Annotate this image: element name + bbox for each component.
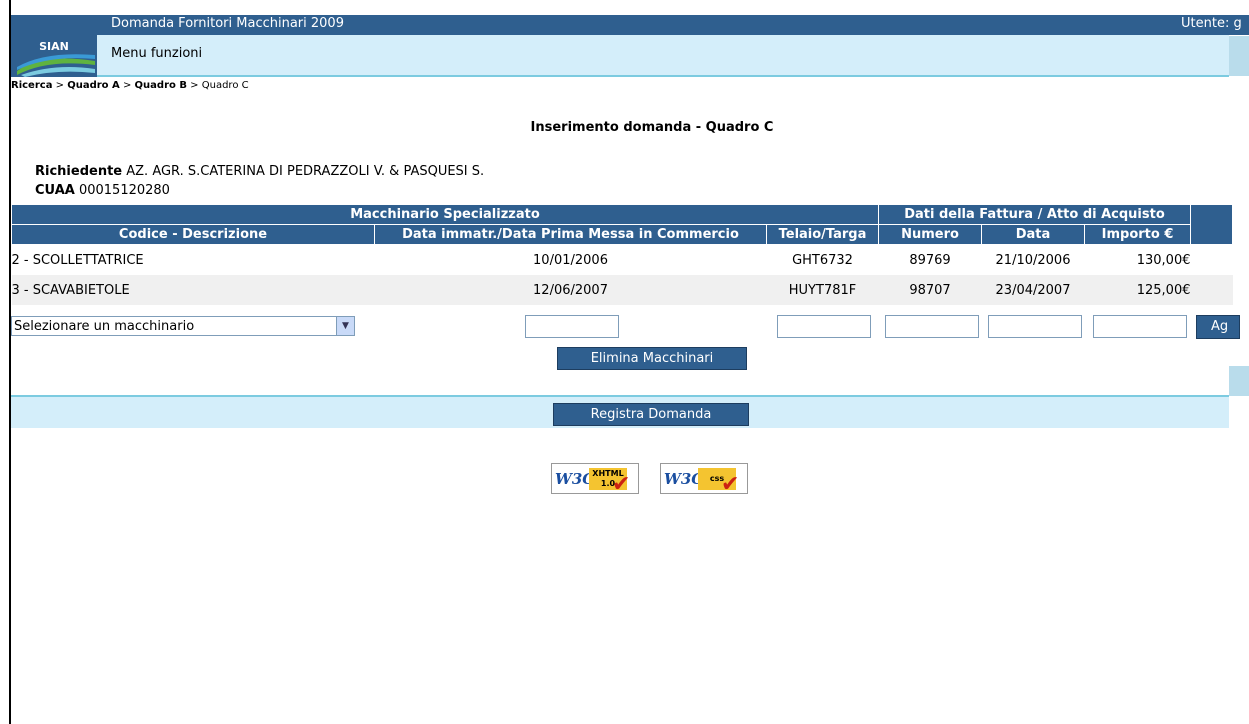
cell-description: 2 - SCOLLETTATRICE — [11, 244, 375, 275]
applicant-info: Richiedente AZ. AGR. S.CATERINA DI PEDRA… — [35, 164, 484, 179]
breadcrumb-ricerca[interactable]: Ricerca — [11, 80, 52, 91]
cuaa-info: CUAA 00015120280 — [35, 183, 170, 198]
column-header: Data — [981, 224, 1085, 245]
header-divider — [11, 75, 1229, 77]
user-label: Utente: g — [1181, 16, 1242, 31]
breadcrumb-quadro-a[interactable]: Quadro A — [67, 80, 120, 91]
check-icon: ✔ — [612, 472, 631, 497]
delete-machines-button[interactable]: Elimina Macchinari — [557, 347, 747, 370]
header-side-strip — [1229, 36, 1249, 76]
header-empty — [1190, 204, 1233, 245]
cell-empty — [1190, 244, 1233, 275]
breadcrumb-separator: > — [55, 80, 65, 91]
cuaa-value: 00015120280 — [78, 183, 170, 198]
sian-logo-text: SIAN — [39, 40, 69, 53]
column-header: Codice - Descrizione — [11, 224, 375, 245]
cell-invoice-date: 23/04/2007 — [981, 275, 1085, 305]
column-header: Data immatr./Data Prima Messa in Commerc… — [374, 224, 767, 245]
breadcrumb: Ricerca > Quadro A > Quadro B > Quadro C — [11, 80, 249, 91]
w3c-css-badge[interactable]: W3C css ✔ — [660, 463, 748, 497]
invoice-number-input[interactable] — [885, 315, 979, 338]
breadcrumb-quadro-b[interactable]: Quadro B — [135, 80, 187, 91]
cell-registration-date: 12/06/2007 — [374, 275, 767, 305]
invoice-date-input[interactable] — [988, 315, 1082, 338]
chassis-input[interactable] — [777, 315, 871, 338]
cell-chassis: HUYT781F — [766, 275, 879, 305]
applicant-value: AZ. AGR. S.CATERINA DI PEDRAZZOLI V. & P… — [126, 164, 485, 179]
applicant-label: Richiedente — [35, 164, 123, 179]
breadcrumb-separator: > — [190, 80, 199, 91]
cell-amount: 130,00€ — [1084, 244, 1191, 275]
machine-select-value: Selezionare un macchinario — [14, 319, 195, 334]
table-group-header-row: Macchinario Specializzato Dati della Fat… — [11, 204, 1233, 245]
machine-select[interactable]: Selezionare un macchinario ▼ — [11, 316, 355, 336]
cell-chassis: GHT6732 — [766, 244, 879, 275]
page: SIAN Domanda Fornitori Macchinari 2009 U… — [0, 0, 1249, 724]
register-application-button[interactable]: Registra Domanda — [553, 403, 749, 426]
breadcrumb-separator: > — [122, 80, 132, 91]
w3c-xhtml-badge[interactable]: W3C XHTML 1.0 ✔ — [551, 463, 639, 497]
table-row: 3 - SCAVABIETOLE 12/06/2007 HUYT781F 987… — [11, 275, 1233, 305]
column-header: Importo € — [1084, 224, 1191, 245]
cell-invoice-number: 89769 — [878, 244, 982, 275]
menu-link[interactable]: Menu funzioni — [111, 46, 202, 61]
cell-invoice-number: 98707 — [878, 275, 982, 305]
side-strip — [1229, 366, 1249, 396]
page-title-text: Inserimento domanda - Quadro C — [530, 120, 774, 135]
table-row: 2 - SCOLLETTATRICE 10/01/2006 GHT6732 89… — [11, 244, 1233, 275]
column-header: Telaio/Targa — [766, 224, 879, 245]
left-border — [9, 0, 11, 724]
cuaa-label: CUAA — [35, 183, 75, 198]
sian-logo: SIAN — [11, 15, 97, 77]
add-machine-button[interactable]: Ag — [1196, 315, 1240, 339]
cell-description: 3 - SCAVABIETOLE — [11, 275, 375, 305]
chevron-down-icon[interactable]: ▼ — [336, 317, 354, 335]
app-header: SIAN Domanda Fornitori Macchinari 2009 U… — [11, 15, 1249, 77]
cell-amount: 125,00€ — [1084, 275, 1191, 305]
column-header: Numero — [878, 224, 982, 245]
page-title: Inserimento domanda - Quadro C — [0, 120, 1249, 135]
app-title: Domanda Fornitori Macchinari 2009 — [111, 16, 344, 31]
machinery-table: Macchinario Specializzato Dati della Fat… — [11, 204, 1233, 305]
amount-input[interactable] — [1093, 315, 1187, 338]
cell-registration-date: 10/01/2006 — [374, 244, 767, 275]
group-header-invoice: Dati della Fattura / Atto di Acquisto — [878, 204, 1191, 225]
new-machine-row: Selezionare un macchinario ▼ Ag — [11, 315, 1249, 341]
table-column-header-row: Codice - Descrizione Data immatr./Data P… — [11, 224, 1233, 245]
cell-invoice-date: 21/10/2006 — [981, 244, 1085, 275]
cell-empty — [1190, 275, 1233, 305]
group-header-machinery: Macchinario Specializzato — [11, 204, 879, 225]
breadcrumb-quadro-c: Quadro C — [201, 80, 249, 91]
check-icon: ✔ — [721, 472, 740, 497]
registration-date-input[interactable] — [525, 315, 619, 338]
